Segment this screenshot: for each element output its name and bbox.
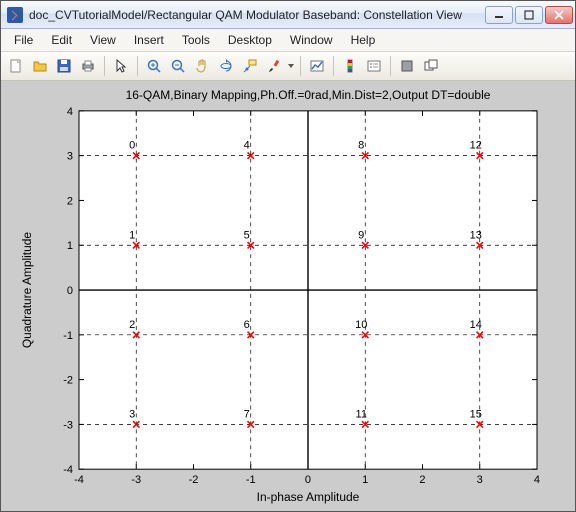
dock-multi-icon [423, 58, 439, 74]
link-plot-button[interactable] [306, 55, 328, 77]
chart-title: 16-QAM,Binary Mapping,Ph.Off.=0rad,Min.D… [126, 88, 491, 102]
xtick-label: 2 [419, 474, 425, 486]
save-icon [56, 58, 72, 74]
close-button[interactable] [545, 6, 573, 24]
toolbar-separator [137, 56, 138, 76]
new-figure-button[interactable] [5, 55, 27, 77]
zoom-in-button[interactable] [143, 55, 165, 77]
ytick-label: -4 [63, 464, 73, 476]
minimize-button[interactable] [485, 6, 513, 24]
menu-edit[interactable]: Edit [42, 29, 81, 51]
print-icon [80, 58, 96, 74]
point-label: 7 [244, 408, 250, 420]
window-title: doc_CVTutorialModel/Rectangular QAM Modu… [29, 8, 485, 22]
data-cursor-icon [242, 58, 258, 74]
show-plot-tools-button[interactable] [420, 55, 442, 77]
open-folder-icon [32, 58, 48, 74]
point-label: 14 [470, 319, 482, 331]
x-axis-label: In-phase Amplitude [257, 490, 360, 504]
y-axis-label: Quadrature Amplitude [20, 232, 34, 349]
point-label: 13 [470, 229, 482, 241]
point-label: 8 [358, 140, 364, 152]
menu-file[interactable]: File [5, 29, 42, 51]
new-file-icon [8, 58, 24, 74]
hide-plot-tools-button[interactable] [396, 55, 418, 77]
ytick-label: 1 [67, 240, 73, 252]
maximize-icon [524, 10, 534, 20]
ytick-label: 3 [67, 151, 73, 163]
ytick-label: 4 [67, 106, 73, 118]
xtick-label: -1 [246, 474, 256, 486]
toolbar-separator [333, 56, 334, 76]
point-label: 10 [355, 319, 367, 331]
app-icon [7, 7, 23, 23]
toolbar-separator [300, 56, 301, 76]
point-label: 3 [129, 408, 135, 420]
menu-window[interactable]: Window [281, 29, 342, 51]
save-button[interactable] [53, 55, 75, 77]
point-label: 6 [244, 319, 250, 331]
xtick-label: 0 [305, 474, 311, 486]
point-label: 0 [129, 140, 135, 152]
toolbar-separator [390, 56, 391, 76]
menubar: File Edit View Insert Tools Desktop Wind… [1, 29, 575, 52]
point-label: 2 [129, 319, 135, 331]
ytick-label: -1 [63, 330, 73, 342]
point-label: 11 [356, 408, 367, 420]
point-label: 1 [129, 229, 135, 241]
print-button[interactable] [77, 55, 99, 77]
data-cursor-button[interactable] [239, 55, 261, 77]
window-buttons [485, 6, 573, 24]
point-label: 5 [244, 229, 250, 241]
xtick-label: -4 [74, 474, 84, 486]
figure-area[interactable]: -4-3-2-101234-4-3-2-10123416-QAM,Binary … [1, 81, 575, 511]
ytick-label: 0 [67, 285, 73, 297]
xtick-label: 4 [534, 474, 540, 486]
xtick-label: 3 [477, 474, 483, 486]
constellation-chart: -4-3-2-101234-4-3-2-10123416-QAM,Binary … [1, 81, 575, 511]
dropdown-icon[interactable] [287, 58, 295, 74]
open-button[interactable] [29, 55, 51, 77]
menu-view[interactable]: View [81, 29, 125, 51]
ytick-label: 2 [67, 195, 73, 207]
zoom-out-button[interactable] [167, 55, 189, 77]
pointer-icon [113, 58, 129, 74]
colorbar-icon [342, 58, 358, 74]
legend-icon [366, 58, 382, 74]
titlebar: doc_CVTutorialModel/Rectangular QAM Modu… [1, 1, 575, 29]
menu-desktop[interactable]: Desktop [219, 29, 281, 51]
zoom-out-icon [170, 58, 186, 74]
link-icon [309, 58, 325, 74]
zoom-in-icon [146, 58, 162, 74]
toolbar-separator [104, 56, 105, 76]
menu-help[interactable]: Help [342, 29, 385, 51]
close-icon [554, 10, 564, 20]
chart-wrapper: -4-3-2-101234-4-3-2-10123416-QAM,Binary … [1, 81, 575, 511]
ytick-label: -3 [63, 419, 73, 431]
rotate-icon [218, 58, 234, 74]
point-label: 9 [358, 229, 364, 241]
menu-tools[interactable]: Tools [173, 29, 219, 51]
xtick-label: -3 [131, 474, 141, 486]
edit-plot-button[interactable] [110, 55, 132, 77]
hand-icon [194, 58, 210, 74]
brush-button[interactable] [263, 55, 285, 77]
maximize-button[interactable] [515, 6, 543, 24]
minimize-icon [494, 10, 504, 20]
insert-colorbar-button[interactable] [339, 55, 361, 77]
xtick-label: 1 [362, 474, 368, 486]
dock-single-icon [399, 58, 415, 74]
brush-icon [266, 58, 282, 74]
menu-insert[interactable]: Insert [125, 29, 173, 51]
rotate-3d-button[interactable] [215, 55, 237, 77]
point-label: 12 [470, 140, 482, 152]
point-label: 4 [244, 140, 250, 152]
insert-legend-button[interactable] [363, 55, 385, 77]
window: doc_CVTutorialModel/Rectangular QAM Modu… [0, 0, 576, 512]
pan-button[interactable] [191, 55, 213, 77]
point-label: 15 [470, 408, 482, 420]
xtick-label: -2 [189, 474, 199, 486]
ytick-label: -2 [63, 375, 73, 387]
toolbar [1, 52, 575, 81]
